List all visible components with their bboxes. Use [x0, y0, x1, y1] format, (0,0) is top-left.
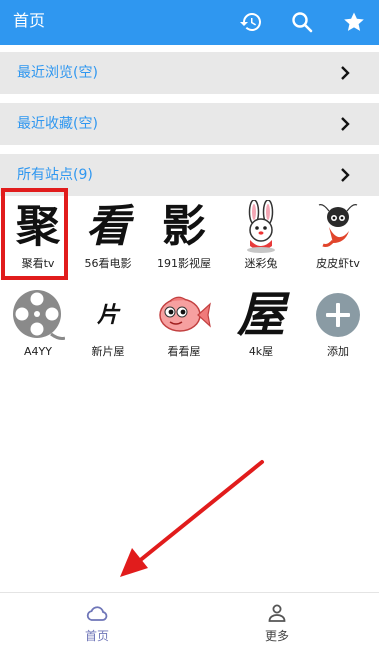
site-tile-4k-wu[interactable]: 屋 4k屋 — [226, 280, 296, 368]
site-tile-191-video[interactable]: 影 191影视屋 — [149, 192, 219, 280]
add-label: 添加 — [327, 345, 349, 358]
site-logo: 屋 — [236, 287, 285, 343]
site-name: 4k屋 — [248, 345, 274, 358]
chevron-right-icon — [341, 168, 350, 182]
nav-more-label: 更多 — [264, 629, 289, 643]
site-tile-56-movie[interactable]: 看 56看电影 — [73, 192, 143, 280]
site-logo: 片 — [96, 302, 119, 328]
site-name: 皮皮虾tv — [316, 257, 360, 270]
person-icon — [268, 604, 286, 622]
nav-home[interactable]: 首页 — [57, 600, 137, 648]
row-label: 最近收藏(空) — [17, 116, 98, 132]
star-icon[interactable] — [342, 10, 366, 34]
site-logo: 影 — [162, 201, 206, 252]
page-title: 首页 — [13, 11, 46, 30]
site-name: 迷彩兔 — [244, 257, 278, 270]
chevron-right-icon — [341, 117, 350, 131]
recent-history-row[interactable]: 最近浏览(空) — [0, 52, 379, 94]
history-icon[interactable] — [239, 10, 263, 34]
site-name: 191影视屋 — [157, 257, 211, 270]
site-name: 新片屋 — [91, 345, 125, 358]
site-tile-kan-kan-wu[interactable]: 看看屋 — [149, 280, 219, 368]
nav-home-label: 首页 — [84, 629, 109, 643]
site-tile-pipi-xia-tv[interactable]: 皮皮虾tv — [303, 192, 373, 280]
row-label: 所有站点(9) — [17, 167, 93, 183]
bottom-nav-divider — [0, 592, 379, 593]
chevron-right-icon — [341, 66, 350, 80]
site-logo: 看 — [86, 201, 130, 252]
site-name: 看看屋 — [167, 345, 201, 358]
add-icon — [308, 288, 368, 342]
cloud-icon — [86, 606, 108, 621]
nav-more[interactable]: 更多 — [237, 600, 317, 648]
row-label: 最近浏览(空) — [17, 65, 98, 81]
search-icon[interactable] — [290, 10, 314, 34]
add-site-button[interactable]: 添加 — [303, 280, 373, 368]
fish-icon — [154, 288, 214, 342]
site-tile-xin-pian-wu[interactable]: 片 新片屋 — [73, 280, 143, 368]
site-tile-a4yy[interactable]: A4YY — [3, 280, 73, 368]
site-tile-mi-cai-tu[interactable]: 迷彩兔 — [226, 192, 296, 280]
site-name: 56看电影 — [84, 257, 132, 270]
highlight-box — [1, 188, 68, 280]
top-app-bar: 首页 — [0, 0, 379, 45]
film-reel-icon — [8, 288, 68, 342]
shrimp-icon — [308, 200, 368, 254]
recent-favorites-row[interactable]: 最近收藏(空) — [0, 103, 379, 145]
rabbit-icon — [231, 200, 291, 254]
